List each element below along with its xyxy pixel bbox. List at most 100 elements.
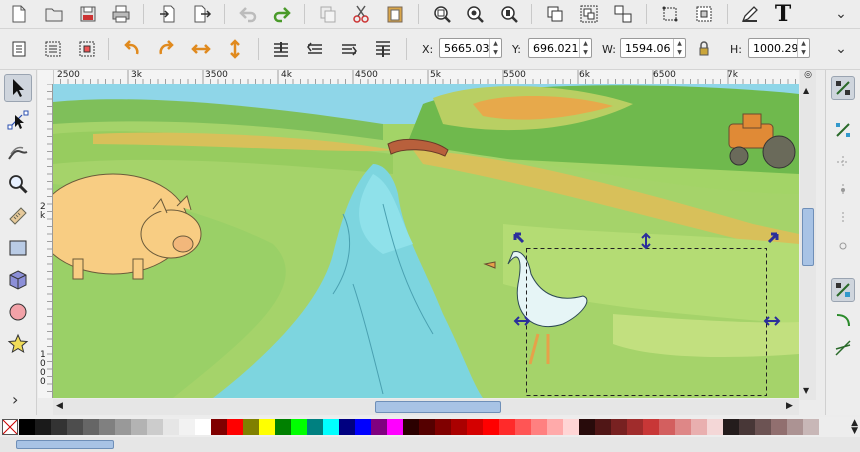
palette-swatch[interactable]	[451, 419, 467, 435]
palette-swatch[interactable]	[531, 419, 547, 435]
palette-swatch[interactable]	[787, 419, 803, 435]
box3d-tool[interactable]	[4, 266, 32, 294]
palette-swatch[interactable]	[67, 419, 83, 435]
palette-swatch[interactable]	[83, 419, 99, 435]
raise-to-top-icon[interactable]	[372, 38, 394, 60]
palette-swatch[interactable]	[371, 419, 387, 435]
palette-swatch[interactable]	[51, 419, 67, 435]
palette-swatch[interactable]	[803, 419, 819, 435]
palette-swatch[interactable]	[147, 419, 163, 435]
ungroup-icon[interactable]	[612, 3, 634, 25]
palette-scroll-thumb[interactable]	[16, 440, 114, 449]
h-input[interactable]	[749, 39, 797, 57]
palette-swatch[interactable]	[723, 419, 739, 435]
group-icon[interactable]	[578, 3, 600, 25]
zoom-page-icon[interactable]	[498, 3, 520, 25]
palette-swatch[interactable]	[659, 419, 675, 435]
palette-swatch[interactable]	[627, 419, 643, 435]
palette-swatch[interactable]	[115, 419, 131, 435]
duplicate-icon[interactable]	[544, 3, 566, 25]
palette-swatch[interactable]	[131, 419, 147, 435]
print-icon[interactable]	[110, 3, 132, 25]
horizontal-scrollbar[interactable]: ◀ ▶	[53, 399, 799, 415]
palette-swatch[interactable]	[99, 419, 115, 435]
node-tool[interactable]	[4, 106, 32, 134]
palette-swatch[interactable]	[211, 419, 227, 435]
redo-icon[interactable]	[271, 3, 293, 25]
y-input[interactable]	[529, 39, 579, 57]
rotate-ccw-icon[interactable]	[121, 38, 143, 60]
palette-swatch[interactable]	[275, 419, 291, 435]
x-input[interactable]	[440, 39, 489, 57]
star-tool[interactable]	[4, 330, 32, 358]
palette-swatch[interactable]	[611, 419, 627, 435]
scroll-left-arrow[interactable]: ◀	[56, 401, 63, 411]
zoom-corner-icon[interactable]: ◎	[800, 70, 816, 84]
scroll-down-arrow[interactable]: ▼	[803, 386, 809, 395]
palette-swatch[interactable]	[419, 419, 435, 435]
vertical-ruler[interactable]: 2 k 1 0 0 0	[38, 84, 53, 398]
palette-swatch[interactable]	[435, 419, 451, 435]
tweak-tool[interactable]	[4, 138, 32, 166]
vertical-scroll-thumb[interactable]	[802, 208, 814, 266]
palette-swatch[interactable]	[771, 419, 787, 435]
palette-swatch[interactable]	[323, 419, 339, 435]
lower-to-bottom-icon[interactable]	[270, 38, 292, 60]
deselect-icon[interactable]	[76, 38, 98, 60]
zoom-drawing-icon[interactable]	[464, 3, 486, 25]
palette-swatch[interactable]	[499, 419, 515, 435]
new-document-icon[interactable]	[8, 3, 30, 25]
zoom-tool[interactable]	[4, 170, 32, 198]
export-icon[interactable]	[191, 3, 213, 25]
h-spin-arrows[interactable]: ▲ ▼	[797, 39, 809, 57]
drawing-canvas[interactable]	[53, 84, 799, 398]
cut-icon[interactable]	[350, 3, 372, 25]
rectangle-tool[interactable]	[4, 234, 32, 262]
lock-icon[interactable]	[693, 38, 715, 60]
flip-horizontal-icon[interactable]	[190, 38, 212, 60]
command-bar-overflow-button[interactable]: ⌄	[830, 3, 852, 25]
palette-swatch[interactable]	[467, 419, 483, 435]
save-icon[interactable]	[77, 3, 99, 25]
y-spin-arrows[interactable]: ▲ ▼	[579, 39, 591, 57]
palette-swatch[interactable]	[739, 419, 755, 435]
horizontal-scroll-thumb[interactable]	[375, 401, 501, 413]
palette-swatch[interactable]	[515, 419, 531, 435]
palette-swatch[interactable]	[227, 419, 243, 435]
snap-intersections-icon[interactable]	[831, 336, 855, 360]
palette-swatch[interactable]	[579, 419, 595, 435]
y-field[interactable]: ▲▼	[528, 38, 592, 58]
palette-swatch[interactable]	[643, 419, 659, 435]
palette-scroll-arrows[interactable]: ▲ ▼	[851, 419, 858, 436]
snap-toggle-icon[interactable]	[831, 76, 855, 100]
raise-icon[interactable]	[338, 38, 360, 60]
palette-swatch[interactable]	[563, 419, 579, 435]
text-icon[interactable]: T	[772, 1, 794, 27]
snap-bbox-midpoints-icon[interactable]	[831, 206, 855, 230]
snap-nodes-icon[interactable]	[831, 278, 855, 302]
palette-swatch[interactable]	[19, 419, 35, 435]
h-field[interactable]: ▲▼	[748, 38, 810, 58]
snap-bbox-icon[interactable]	[831, 118, 855, 142]
palette-swatch[interactable]	[675, 419, 691, 435]
flip-vertical-icon[interactable]	[224, 38, 246, 60]
ellipse-tool[interactable]	[4, 298, 32, 326]
palette-swatch[interactable]	[707, 419, 723, 435]
x-field[interactable]: ▲▼	[439, 38, 502, 58]
palette-swatch[interactable]	[179, 419, 195, 435]
palette-swatch[interactable]	[339, 419, 355, 435]
no-paint-swatch[interactable]	[2, 419, 18, 435]
palette-swatch[interactable]	[483, 419, 499, 435]
palette-swatch[interactable]	[195, 419, 211, 435]
snap-bbox-edges-icon[interactable]	[831, 150, 855, 174]
measure-tool[interactable]	[4, 202, 32, 230]
select-all-layers-icon[interactable]	[42, 38, 64, 60]
snap-bbox-corners-icon[interactable]	[831, 178, 855, 202]
import-icon[interactable]	[157, 3, 179, 25]
selector-tool[interactable]	[4, 74, 32, 102]
palette-swatch[interactable]	[307, 419, 323, 435]
palette-swatch[interactable]	[547, 419, 563, 435]
scroll-right-arrow[interactable]: ▶	[786, 401, 793, 411]
palette-swatch[interactable]	[355, 419, 371, 435]
controls-overflow-button[interactable]: ⌄	[830, 38, 852, 60]
